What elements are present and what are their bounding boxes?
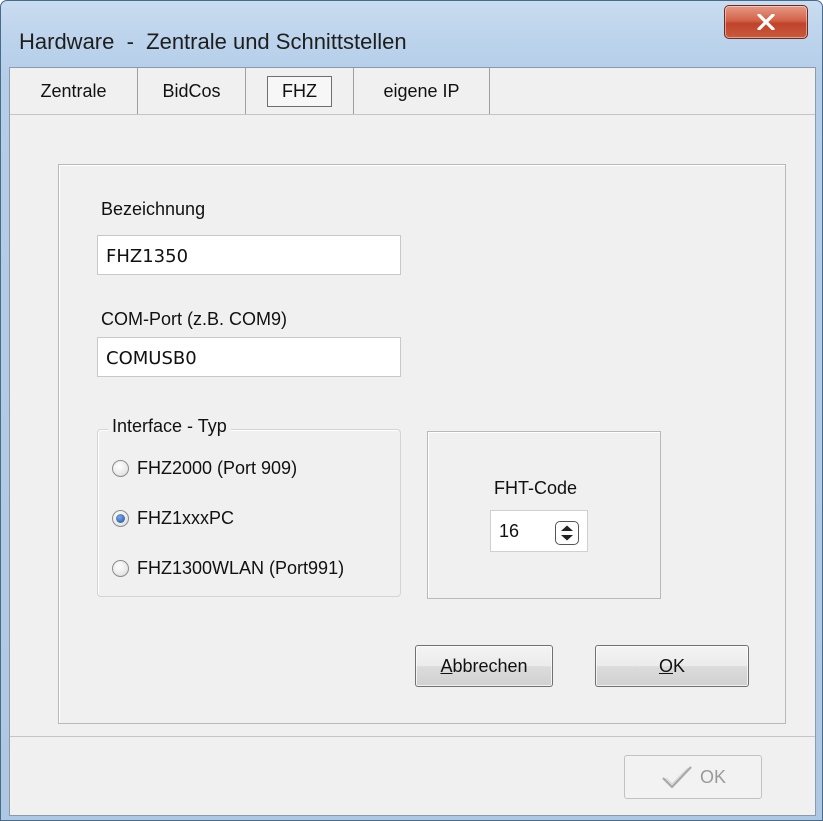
- ok-button[interactable]: OK: [595, 645, 749, 687]
- tab-fhz[interactable]: FHZ: [246, 68, 354, 114]
- tab-strip: Zentrale BidCos FHZ eigene IP: [10, 68, 815, 118]
- radio-label: FHZ1xxxPC: [137, 508, 235, 528]
- comport-input[interactable]: COMUSB0: [97, 337, 401, 377]
- tab-eigene-ip[interactable]: eigene IP: [354, 68, 490, 114]
- radio-button[interactable]: [112, 560, 129, 577]
- tab-bidcos[interactable]: BidCos: [138, 68, 246, 114]
- tab-label: Zentrale: [40, 80, 107, 101]
- dialog-window: Hardware - Zentrale und Schnittstellen Z…: [0, 0, 823, 821]
- radio-label: FHZ2000 (Port 909): [137, 458, 298, 478]
- tab-zentrale[interactable]: Zentrale: [10, 68, 138, 114]
- bezeichnung-label: Bezeichnung: [101, 199, 206, 219]
- footer-ok-label: OK: [699, 766, 726, 787]
- tab-label: BidCos: [162, 80, 221, 101]
- dialog-client-area: Zentrale BidCos FHZ eigene IP Bezeichnun…: [9, 67, 816, 816]
- radio-fhz1300wlan[interactable]: FHZ1300WLAN (Port991): [112, 558, 344, 579]
- fht-code-spinner[interactable]: 16: [490, 510, 588, 552]
- close-icon: [757, 14, 775, 30]
- radio-button[interactable]: [112, 460, 129, 477]
- radio-label: FHZ1300WLAN (Port991): [137, 558, 345, 578]
- window-title: Hardware - Zentrale und Schnittstellen: [19, 29, 407, 54]
- abbrechen-mnemonic: A: [440, 655, 453, 676]
- interface-type-title: Interface - Typ: [108, 416, 231, 437]
- interface-type-group: Interface - Typ FHZ2000 (Port 909) FHZ1x…: [97, 416, 401, 597]
- abbrechen-button[interactable]: Abbrechen: [415, 645, 553, 687]
- bezeichnung-input[interactable]: FHZ1350: [97, 235, 401, 275]
- comport-label: COM-Port (z.B. COM9): [101, 309, 288, 329]
- footer-ok-button[interactable]: OK: [624, 755, 762, 799]
- ok-mnemonic: O: [658, 655, 673, 676]
- fht-code-value: 16: [499, 521, 520, 541]
- tab-label: FHZ: [267, 75, 332, 107]
- spin-updown-icon[interactable]: [555, 521, 579, 545]
- abbrechen-label: bbrechen: [452, 655, 528, 676]
- close-button[interactable]: [724, 5, 808, 39]
- ok-label: K: [673, 655, 686, 676]
- radio-fhz2000[interactable]: FHZ2000 (Port 909): [112, 458, 297, 479]
- fhz-settings-panel: Bezeichnung FHZ1350 COM-Port (z.B. COM9)…: [58, 164, 786, 724]
- fht-code-panel: FHT-Code 16: [427, 431, 661, 599]
- tab-label: eigene IP: [383, 80, 460, 101]
- fht-code-label: FHT-Code: [494, 478, 578, 498]
- title-bar[interactable]: Hardware - Zentrale und Schnittstellen: [1, 1, 822, 61]
- radio-fhz1xxxpc[interactable]: FHZ1xxxPC: [112, 508, 234, 529]
- radio-button-selected[interactable]: [112, 510, 129, 527]
- checkmark-icon: [662, 766, 692, 789]
- footer-bar: OK: [10, 736, 815, 816]
